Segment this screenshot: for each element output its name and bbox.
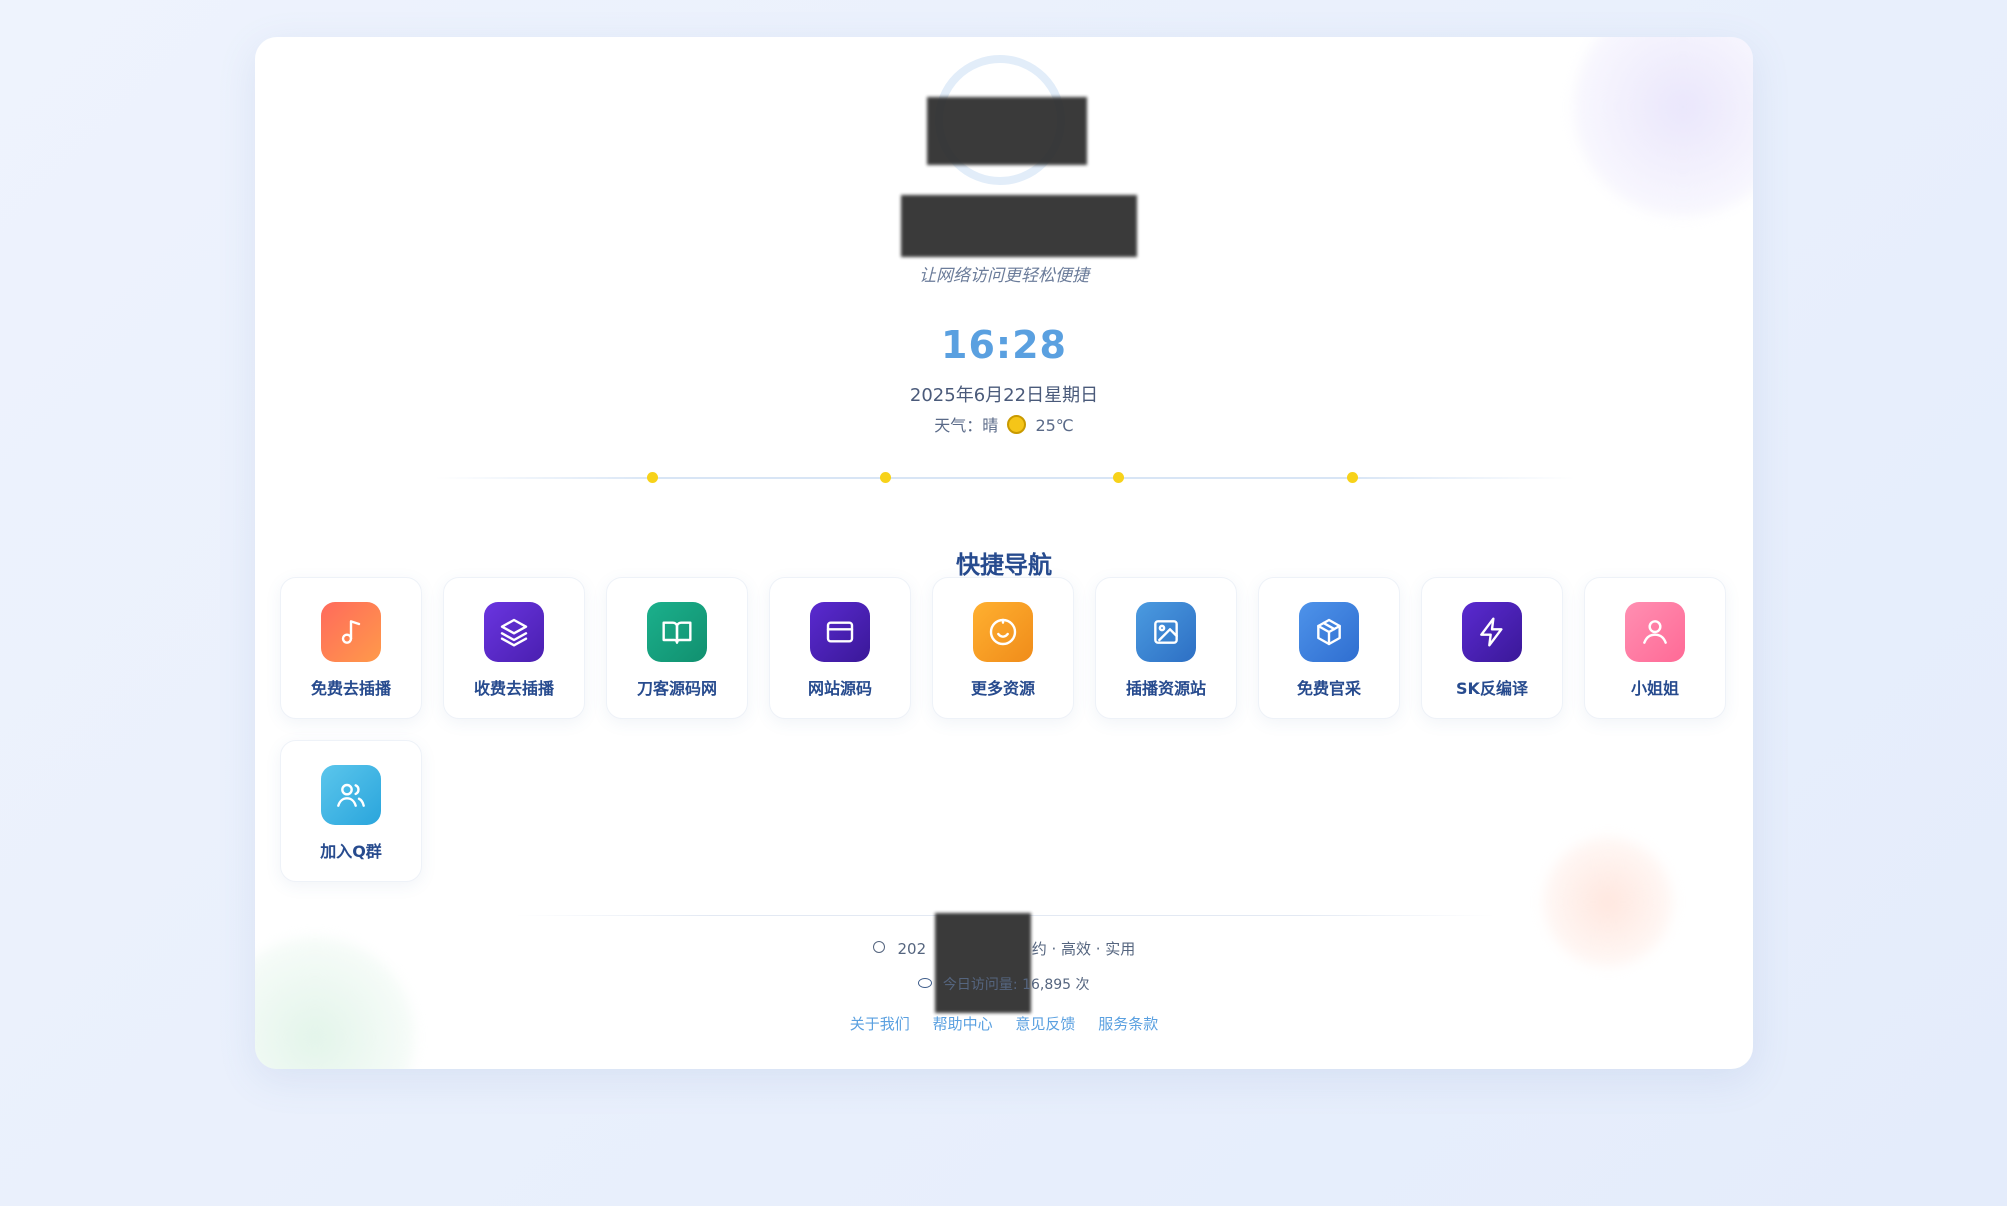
clock-time: 16:28 (941, 323, 1067, 367)
user-icon (1625, 602, 1685, 662)
nav-item-daoke-source[interactable]: 刀客源码网 (606, 577, 748, 719)
image-icon (1136, 602, 1196, 662)
eye-icon (918, 978, 933, 988)
copyright-slogan: 约 · 高效 · 实用 (1031, 940, 1136, 958)
divider-dot (880, 472, 891, 483)
footer-link-terms[interactable]: 服务条款 (1098, 1015, 1158, 1033)
nav-item-label: 免费去插播 (310, 679, 391, 698)
nav-item-label: 免费官采 (1296, 679, 1361, 698)
nav-item-label: 收费去插播 (473, 679, 554, 698)
lightning-icon (1462, 602, 1522, 662)
copyright-icon (872, 941, 885, 953)
nav-item-xiaojiejie[interactable]: 小姐姐 (1584, 577, 1726, 719)
nav-item-label: 更多资源 (970, 679, 1035, 698)
footer-links: 关于我们 帮助中心 意见反馈 服务条款 (255, 1013, 1753, 1034)
divider-dot (1347, 472, 1358, 483)
redacted-avatar (927, 97, 1087, 165)
visit-count: 今日访问量: 16,895 次 (942, 977, 1090, 993)
divider-dot (1113, 472, 1124, 483)
copyright-year: 202 (897, 940, 927, 958)
weather-info: 天气：晴 25℃ (255, 412, 1753, 436)
nav-item-label: 网站源码 (807, 679, 872, 698)
redacted-copyright-name (935, 913, 1031, 1013)
nav-item-label: 刀客源码网 (636, 679, 717, 698)
nav-item-label: 插播资源站 (1125, 679, 1206, 698)
layers-icon (484, 602, 544, 662)
clock-icon (973, 602, 1033, 662)
nav-item-label: 小姐姐 (1630, 679, 1679, 698)
package-icon (1299, 602, 1359, 662)
nav-item-more-resources[interactable]: 更多资源 (932, 577, 1074, 719)
divider-dot (647, 472, 658, 483)
clock-date: 2025年6月22日星期日 (909, 385, 1099, 406)
nav-item-label: SK反编译 (1456, 679, 1528, 698)
nav-item-paid-remove-ads[interactable]: 收费去插播 (443, 577, 585, 719)
nav-item-free-remove-ads[interactable]: 免费去插播 (280, 577, 422, 719)
users-icon (321, 765, 381, 825)
redacted-site-name (901, 195, 1137, 257)
nav-item-label: 加入Q群 (320, 842, 382, 861)
nav-item-sk-decompile[interactable]: SK反编译 (1421, 577, 1563, 719)
nav-item-ad-resource-site[interactable]: 插播资源站 (1095, 577, 1237, 719)
nav-item-free-official-purchase[interactable]: 免费官采 (1258, 577, 1400, 719)
visit-counter: 今日访问量: 16,895 次 (255, 974, 1753, 994)
credit-card-icon (810, 602, 870, 662)
main-card: 让网络访问更轻松便捷 16:28 2025年6月22日星期日 天气：晴 25℃ … (255, 37, 1753, 1069)
nav-item-website-source[interactable]: 网站源码 (769, 577, 911, 719)
temperature: 25℃ (1035, 416, 1074, 435)
divider (435, 477, 1575, 479)
section-title: 快捷导航 (956, 551, 1052, 579)
footer-link-feedback[interactable]: 意见反馈 (1015, 1015, 1075, 1033)
decorative-blob (1573, 37, 1753, 217)
tagline: 让网络访问更轻松便捷 (919, 266, 1089, 286)
nav-item-join-qq-group[interactable]: 加入Q群 (280, 740, 422, 882)
footer-link-about[interactable]: 关于我们 (850, 1015, 910, 1033)
sun-icon (1007, 415, 1027, 434)
footer-link-help[interactable]: 帮助中心 (933, 1015, 993, 1033)
music-note-icon (321, 602, 381, 662)
book-open-icon (647, 602, 707, 662)
weather-label: 天气：晴 (934, 416, 999, 435)
